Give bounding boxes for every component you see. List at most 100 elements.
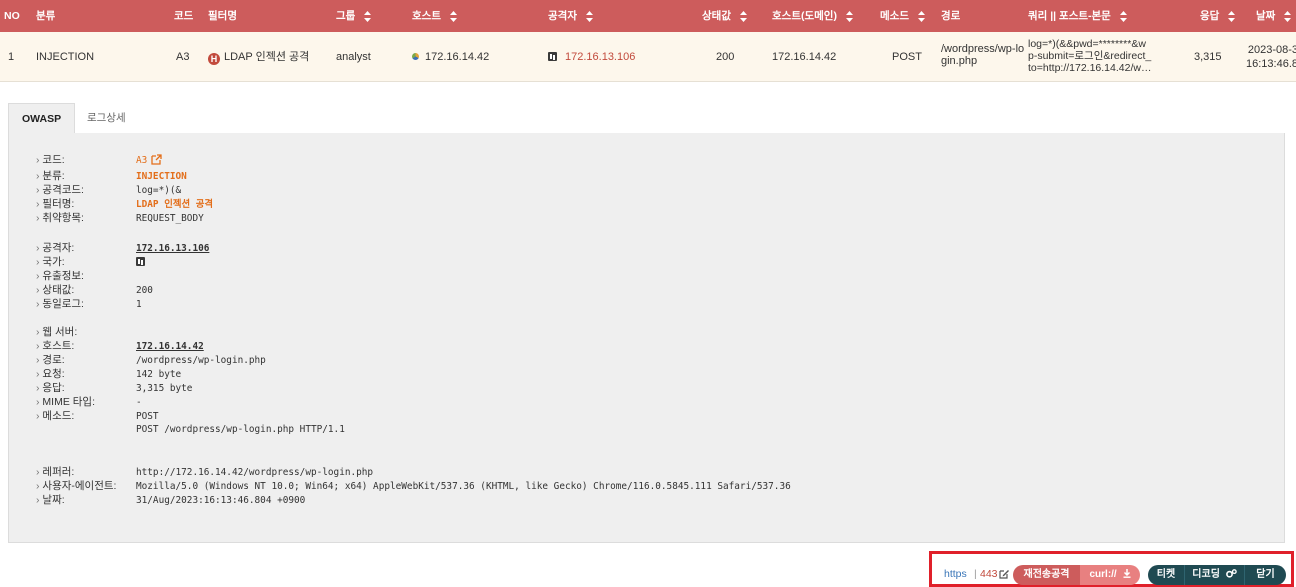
detail-referer: 레퍼러:http://172.16.14.42/wordpress/wp-log… (36, 465, 373, 479)
detail-path: 경로:/wordpress/wp-login.php (36, 353, 265, 367)
cell-host[interactable]: 172.16.14.42 (412, 32, 489, 82)
tab-log-detail[interactable]: 로그상세 (74, 103, 139, 134)
decode-button[interactable]: 디코딩 (1184, 565, 1244, 585)
detail-host: 호스트:172.16.14.42 (36, 339, 204, 354)
resend-attack-button[interactable]: 재전송공격 (1013, 565, 1080, 585)
detail-request-value: 142 byte (136, 369, 182, 380)
sort-arrows-icon[interactable] (449, 10, 457, 22)
detail-same-log-value: 1 (136, 299, 142, 310)
detail-category-value: INJECTION (136, 171, 187, 182)
detail-request: 요청:142 byte (36, 367, 181, 381)
detail-response: 응답:3,315 byte (36, 381, 192, 395)
col-method-label: 메소드 (880, 10, 909, 22)
col-query-label: 쿼리 || 포스트-본문 (1028, 10, 1111, 22)
col-host-domain[interactable]: 호스트(도메인) (772, 0, 853, 32)
cell-host-text: 172.16.14.42 (425, 51, 490, 63)
detail-status-label: 상태값: (36, 283, 136, 297)
detail-code-value[interactable]: A3 (136, 154, 147, 168)
detail-mime: MIME 타입:- (36, 395, 141, 409)
cell-path: /wordpress/wp-lo gin.php (941, 43, 1025, 67)
sort-arrows-icon[interactable] (585, 10, 593, 22)
detail-method-label: 메소드: (36, 409, 136, 423)
detail-leak: 유출정보: (36, 269, 136, 283)
col-filter-name[interactable]: 필터명 (208, 0, 237, 32)
detail-country-label: 국가: (36, 255, 136, 269)
detail-method-value: POST (136, 411, 159, 422)
sort-arrows-icon[interactable] (1284, 10, 1292, 22)
cell-response: 3,315 (1194, 51, 1222, 63)
port-link[interactable]: 443 (980, 568, 998, 580)
sort-arrows-icon[interactable] (917, 10, 925, 22)
detail-user-agent-value: Mozilla/5.0 (Windows NT 10.0; Win64; x64… (136, 481, 791, 492)
detail-attacker-label: 공격자: (36, 241, 136, 255)
col-group-label: 그룹 (336, 10, 356, 22)
curl-button[interactable]: curl:// (1080, 565, 1140, 585)
cell-query-line3: to=http://172.16.14.42/w… (1028, 62, 1152, 74)
detail-code: 코드:A3 (36, 153, 162, 167)
cell-category: INJECTION (36, 51, 95, 63)
col-date[interactable]: 날짜 (1256, 0, 1292, 32)
detail-status-value: 200 (136, 285, 153, 296)
col-date-label: 날짜 (1256, 10, 1276, 22)
external-link-icon[interactable] (151, 154, 162, 170)
cell-no: 1 (8, 51, 15, 63)
ticket-button[interactable]: 티켓 (1148, 565, 1184, 585)
edit-icon[interactable] (999, 569, 1010, 582)
col-method[interactable]: 메소드 (880, 0, 925, 32)
detail-vuln-label: 취약항목: (36, 211, 136, 225)
detail-leak-label: 유출정보: (36, 269, 136, 283)
detail-user-agent-label: 사용자-에이전트: (36, 479, 136, 493)
sort-arrows-icon[interactable] (364, 10, 372, 22)
detail-vuln: 취약항목:REQUEST_BODY (36, 211, 204, 225)
col-host[interactable]: 호스트 (412, 0, 457, 32)
sort-arrows-icon[interactable] (739, 10, 747, 22)
col-no[interactable]: NO (4, 0, 20, 32)
col-response[interactable]: 응답 (1200, 0, 1236, 32)
cell-date-line1: 2023-08-31 (1247, 44, 1296, 56)
col-status[interactable]: 상태값 (702, 0, 747, 32)
detail-same-log: 동일로그:1 (36, 297, 142, 311)
cell-attacker[interactable]: 172.16.13.106 (548, 32, 635, 82)
detail-mime-label: MIME 타입: (36, 395, 136, 409)
col-query[interactable]: 쿼리 || 포스트-본문 (1028, 0, 1127, 32)
col-category[interactable]: 분류 (36, 0, 55, 32)
cell-attacker-text: 172.16.13.106 (565, 51, 636, 63)
sort-arrows-icon[interactable] (1119, 10, 1127, 22)
detail-user-agent: 사용자-에이전트:Mozilla/5.0 (Windows NT 10.0; W… (36, 479, 791, 493)
cell-code: A3 (176, 51, 190, 63)
sort-arrows-icon[interactable] (845, 10, 853, 22)
detail-filter: 필터명:LDAP 인젝션 공격 (36, 197, 213, 211)
table-row[interactable]: 1 INJECTION A3 H LDAP 인젝션 공격 analyst 172.… (0, 32, 1296, 82)
sort-arrows-icon[interactable] (1228, 10, 1236, 22)
detail-attacker: 공격자:172.16.13.106 (36, 241, 209, 255)
col-code[interactable]: 코드 (174, 0, 193, 32)
detail-status: 상태값:200 (36, 283, 153, 297)
separator: | (974, 568, 977, 580)
detail-filter-value: LDAP 인젝션 공격 (136, 199, 213, 210)
detail-request-label: 요청: (36, 367, 136, 381)
col-status-label: 상태값 (702, 10, 731, 22)
close-button[interactable]: 닫기 (1244, 565, 1286, 585)
col-attacker[interactable]: 공격자 (548, 0, 593, 32)
detail-host-value[interactable]: 172.16.14.42 (136, 340, 204, 354)
detail-vuln-value: REQUEST_BODY (136, 213, 204, 224)
detail-attacker-value[interactable]: 172.16.13.106 (136, 242, 209, 256)
cell-path-line2: gin.php (941, 55, 978, 67)
detail-path-label: 경로: (36, 353, 136, 367)
detail-date: 날짜:31/Aug/2023:16:13:46.804 +0900 (36, 493, 305, 507)
detail-request-line: POST /wordpress/wp-login.php HTTP/1.1 (136, 424, 345, 435)
cell-query-line2: p-submit=로그인&redirect_ (1028, 50, 1152, 62)
detail-referer-value: http://172.16.14.42/wordpress/wp-login.p… (136, 467, 374, 478)
action-bar: https | 443 재전송공격 curl:// 티켓 디코딩 닫기 (929, 551, 1294, 587)
col-attacker-label: 공격자 (548, 10, 577, 22)
detail-filter-label: 필터명: (36, 197, 136, 211)
detail-web-server-label: 웹 서버: (36, 325, 136, 339)
detail-attack-code-label: 공격코드: (36, 183, 136, 197)
detail-date-label: 날짜: (36, 493, 136, 507)
protocol-link[interactable]: https (944, 568, 967, 580)
col-path[interactable]: 경로 (941, 0, 960, 32)
detail-referer-label: 레퍼러: (36, 465, 136, 479)
detail-response-label: 응답: (36, 381, 136, 395)
col-group[interactable]: 그룹 (336, 0, 372, 32)
tab-owasp[interactable]: OWASP (8, 103, 76, 134)
